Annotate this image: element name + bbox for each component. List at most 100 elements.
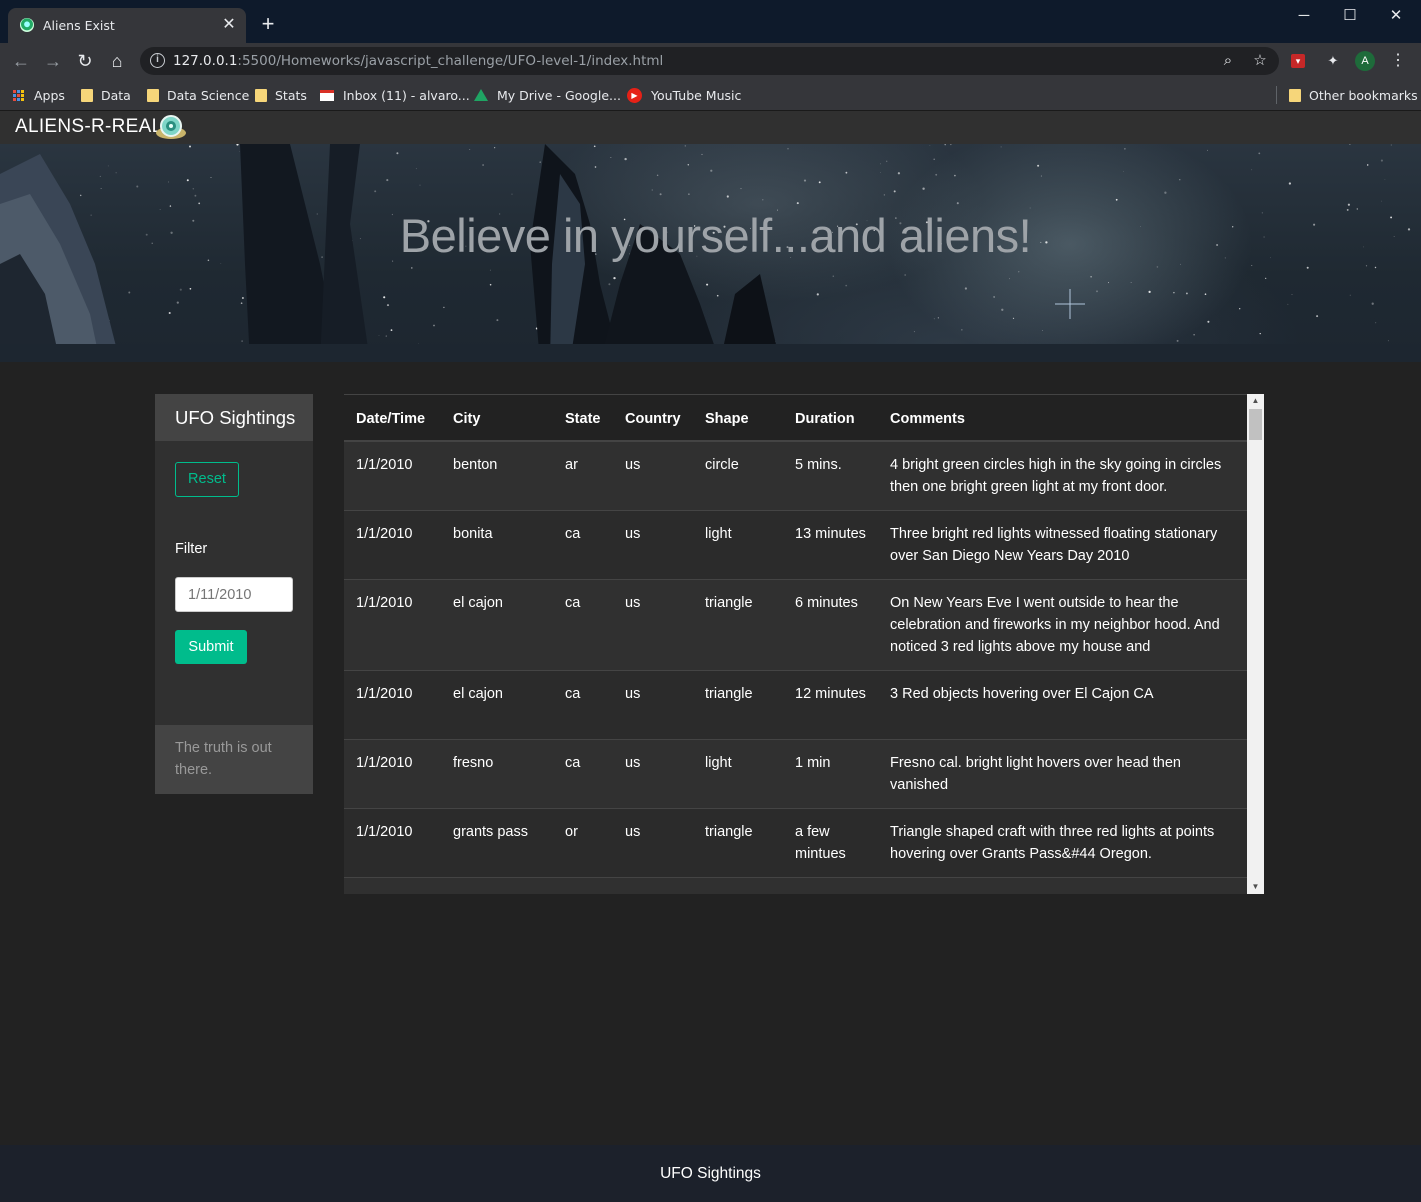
star-dot [656, 174, 659, 177]
star-dot [687, 164, 690, 166]
bookmark-other[interactable]: Other bookmarks [1289, 86, 1418, 104]
star-dot [1306, 266, 1309, 269]
scrollbar-thumb[interactable] [1249, 409, 1262, 440]
scroll-down-arrow-icon[interactable]: ▼ [1247, 880, 1264, 894]
star-dot [688, 193, 690, 195]
back-icon[interactable]: ← [9, 49, 33, 73]
star-dot [1347, 203, 1350, 206]
star-dot [99, 175, 101, 177]
sidebar-footer: The truth is out there. [155, 725, 313, 794]
star-dot [684, 145, 686, 147]
bookmark-data-science[interactable]: Data Science [147, 86, 249, 104]
star-dot [194, 194, 197, 197]
star-dot [1265, 277, 1267, 280]
date-filter-input[interactable] [175, 577, 293, 612]
star-dot [961, 329, 963, 331]
cell-city: benton [453, 457, 498, 473]
star-dot [845, 171, 848, 174]
star-dot [956, 202, 959, 205]
bookmark-stats[interactable]: Stats [255, 86, 307, 104]
star-dot [954, 174, 956, 177]
star-dot [1179, 179, 1181, 181]
star-dot [1122, 170, 1124, 172]
star-dot [1365, 265, 1368, 267]
table-row-partial [344, 878, 1247, 894]
star-dot [1384, 179, 1386, 180]
new-tab-icon[interactable]: + [258, 13, 278, 35]
minimize-icon[interactable]: ─ [1289, 6, 1319, 26]
star-dot [482, 164, 485, 166]
brand-link[interactable]: ALIENS-R-REAL [15, 116, 163, 138]
star-dot [511, 193, 513, 195]
ufo-table-container[interactable]: Date/Time City State Country Shape Durat… [344, 394, 1264, 894]
cell-state: or [565, 824, 578, 840]
star-dot [489, 283, 492, 286]
cell-comments: On New Years Eve I went outside to hear … [890, 595, 1220, 655]
cell-state: ca [565, 755, 581, 771]
bookmark-youtube-music[interactable]: ▶ YouTube Music [627, 86, 741, 104]
cell-state: ca [565, 686, 581, 702]
cell-city: el cajon [453, 686, 503, 702]
address-url: 127.0.0.1:5500/Homeworks/javascript_chal… [173, 53, 664, 69]
cell-datetime: 1/1/2010 [356, 755, 413, 771]
extensions-puzzle-icon[interactable]: ✦ [1323, 51, 1343, 71]
star-dot [1259, 332, 1261, 335]
apps-grid-icon [13, 89, 24, 101]
star-dot [433, 324, 435, 327]
star-dot [701, 153, 703, 155]
browser-toolbar: ← → ↻ ⌂ i 127.0.0.1:5500/Homeworks/javas… [0, 43, 1421, 79]
bookmark-data[interactable]: Data [81, 86, 131, 104]
table-row: 1/1/2010 fresno ca us light 1 min Fresno… [344, 740, 1247, 809]
bookmark-star-icon[interactable]: ☆ [1250, 51, 1270, 71]
cell-city: fresno [453, 755, 494, 771]
star-dot [610, 157, 612, 158]
star-dot [1040, 175, 1042, 177]
bookmark-inbox[interactable]: Inbox (11) - alvaro... [320, 86, 470, 104]
table-row: 1/1/2010 benton ar us circle 5 mins. 4 b… [344, 442, 1247, 511]
browser-tab[interactable]: Aliens Exist ✕ [8, 8, 246, 43]
folder-icon [255, 88, 267, 102]
star-dot [1375, 322, 1377, 324]
zoom-icon[interactable]: ⌕ [1218, 51, 1238, 71]
forward-icon[interactable]: → [41, 49, 65, 73]
menu-kebab-icon[interactable]: ⋮ [1388, 51, 1408, 71]
star-dot [186, 179, 189, 182]
bookmark-apps[interactable]: Apps [13, 86, 65, 104]
pocket-extension-icon[interactable]: ▾ [1291, 54, 1305, 68]
tab-close-icon[interactable]: ✕ [220, 16, 238, 34]
table-row: 1/1/2010 bonita ca us light 13 minutes T… [344, 511, 1247, 580]
header-comments: Comments [890, 411, 965, 427]
star-dot [1239, 308, 1241, 310]
site-info-icon[interactable]: i [150, 53, 165, 68]
star-dot [706, 283, 709, 286]
address-bar[interactable]: i 127.0.0.1:5500/Homeworks/javascript_ch… [140, 47, 1279, 75]
profile-avatar[interactable]: A [1355, 51, 1375, 71]
star-dot [796, 202, 799, 205]
star-dot [1349, 294, 1351, 296]
window-close-icon[interactable]: ✕ [1381, 6, 1411, 26]
submit-button[interactable]: Submit [175, 630, 247, 664]
reload-icon[interactable]: ↻ [73, 49, 97, 73]
cell-duration: 12 minutes [795, 686, 866, 702]
star-dot [1291, 294, 1293, 296]
table-scrollbar[interactable]: ▲ ▼ [1247, 394, 1264, 894]
star-dot [883, 194, 886, 196]
star-dot [933, 158, 935, 161]
star-dot [716, 294, 719, 297]
star-dot [115, 172, 117, 174]
gmail-icon [320, 89, 334, 101]
scroll-up-arrow-icon[interactable]: ▲ [1247, 394, 1264, 408]
star-dot [192, 188, 195, 190]
star-dot [419, 184, 421, 186]
home-icon[interactable]: ⌂ [105, 49, 129, 73]
filter-label: Filter [175, 541, 208, 557]
star-dot [608, 283, 611, 286]
reset-button[interactable]: Reset [175, 462, 239, 497]
filter-sidebar: UFO Sightings Reset Filter Submit The tr… [155, 394, 313, 794]
bookmark-my-drive[interactable]: My Drive - Google... [474, 86, 621, 104]
maximize-icon[interactable]: ☐ [1335, 6, 1365, 26]
star-dot [1096, 290, 1098, 293]
cell-duration: 5 mins. [795, 457, 842, 473]
star-dot [879, 172, 881, 173]
star-dot [79, 194, 82, 197]
